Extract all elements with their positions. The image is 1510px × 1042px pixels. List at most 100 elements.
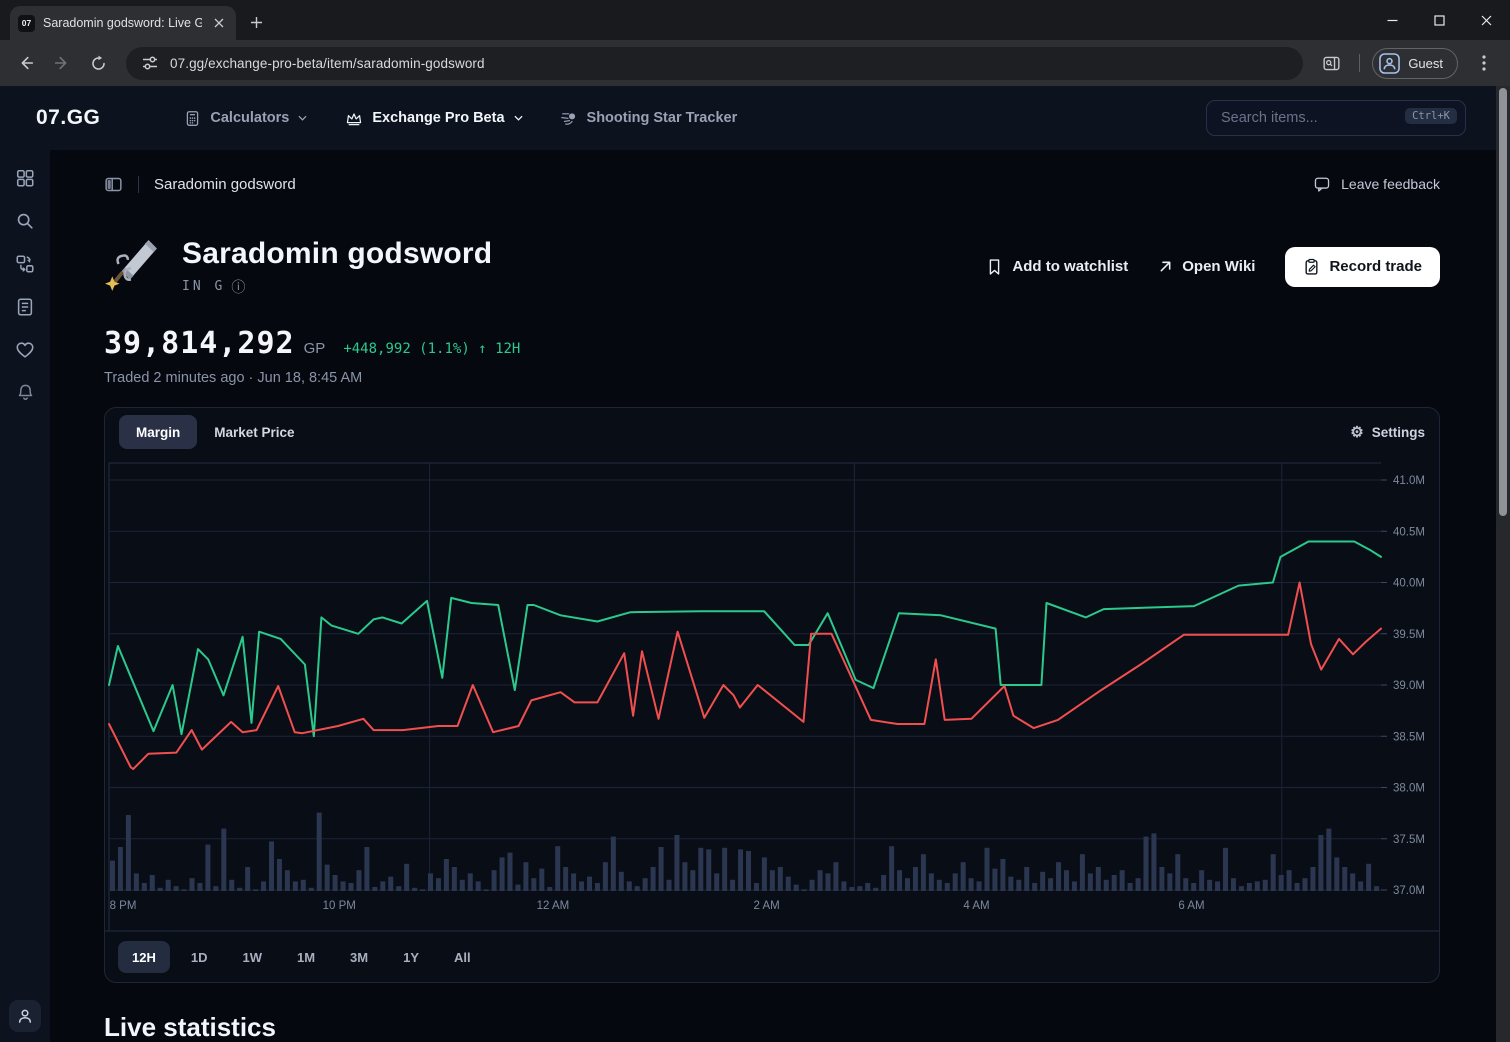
side-panel-search-icon[interactable] <box>1315 47 1347 79</box>
back-button[interactable] <box>10 47 42 79</box>
window-controls <box>1369 0 1510 40</box>
timeframe-all[interactable]: All <box>440 941 485 973</box>
forward-button[interactable] <box>46 47 78 79</box>
url-text[interactable]: 07.gg/exchange-pro-beta/item/saradomin-g… <box>170 56 485 71</box>
search-icon[interactable] <box>15 211 35 231</box>
nav-exchange-pro-beta[interactable]: Exchange Pro Beta <box>345 110 522 127</box>
svg-text:6 AM: 6 AM <box>1178 900 1204 912</box>
chevron-down-icon <box>298 115 307 121</box>
info-icon[interactable]: ⓘ <box>231 277 245 297</box>
item-sword-icon <box>104 235 162 298</box>
item-actions: Add to watchlist Open Wiki <box>986 247 1440 287</box>
chart-settings-button[interactable]: ⚙ Settings <box>1350 423 1425 441</box>
profile-button[interactable]: Guest <box>1372 48 1458 79</box>
margin-chart-svg: 41.0M40.5M40.0M39.5M39.0M38.5M38.0M37.5M… <box>105 456 1439 932</box>
leave-feedback-label: Leave feedback <box>1341 176 1440 192</box>
account-person-icon[interactable] <box>9 1000 41 1032</box>
svg-text:38.5M: 38.5M <box>1393 731 1425 743</box>
open-wiki-button[interactable]: Open Wiki <box>1158 258 1255 275</box>
url-bar[interactable]: 07.gg/exchange-pro-beta/item/saradomin-g… <box>126 47 1303 80</box>
settings-label: Settings <box>1372 425 1425 440</box>
site-body: Saradomin godsword Leave feedback <box>0 150 1496 1042</box>
item-price: 39,814,292 <box>104 326 295 361</box>
breadcrumb-divider <box>138 176 139 193</box>
item-header: Saradomin godsword IN G ⓘ Add to watchli… <box>104 235 1440 298</box>
window-minimize-button[interactable] <box>1369 0 1416 40</box>
page-scrollbar[interactable] <box>1496 86 1510 1042</box>
calculator-icon <box>184 110 201 127</box>
main-content: Saradomin godsword Leave feedback <box>50 150 1496 1042</box>
timeframe-12h[interactable]: 12H <box>118 941 170 973</box>
price-change-period: 12H <box>495 341 520 357</box>
svg-text:39.5M: 39.5M <box>1393 629 1425 641</box>
price-row: 39,814,292 GP +448,992 (1.1%) ↑ 12H <box>104 326 1440 361</box>
panel-toggle-icon[interactable] <box>104 175 123 194</box>
chat-bubble-icon <box>1313 175 1331 193</box>
chart-card: Margin Market Price ⚙ Settings 41.0M 40.5… <box>104 407 1440 983</box>
record-trade-button[interactable]: Record trade <box>1285 247 1440 287</box>
site-settings-tune-icon[interactable] <box>142 55 158 71</box>
favorites-heart-icon[interactable] <box>15 340 35 360</box>
notifications-bell-icon[interactable] <box>16 383 35 402</box>
header-search: Ctrl+K <box>1206 100 1466 136</box>
guest-label: Guest <box>1408 56 1443 71</box>
gear-icon: ⚙ <box>1350 423 1363 441</box>
nav-shooting-star-tracker[interactable]: Shooting Star Tracker <box>561 110 738 127</box>
breadcrumb-item-label[interactable]: Saradomin godsword <box>154 176 296 193</box>
margin-chart[interactable]: 41.0M40.5M40.0M39.5M39.0M38.5M38.0M37.5M… <box>105 456 1439 932</box>
svg-text:2 AM: 2 AM <box>754 900 780 912</box>
price-up-arrow: ↑ <box>478 341 486 357</box>
live-statistics-heading: Live statistics <box>104 1012 1440 1042</box>
add-to-watchlist-button[interactable]: Add to watchlist <box>986 258 1128 276</box>
timeframe-1m[interactable]: 1M <box>283 941 329 973</box>
bookmark-icon <box>986 258 1003 276</box>
last-traded-text: Traded 2 minutes ago · Jun 18, 8:45 AM <box>104 370 1440 386</box>
arrow-up-right-icon <box>1158 259 1173 274</box>
scrollbar-thumb[interactable] <box>1499 88 1507 516</box>
browser-tab[interactable]: 07 Saradomin godsword: Live GE P <box>10 6 236 40</box>
chevron-down-icon <box>514 115 523 121</box>
svg-text:40.0M: 40.0M <box>1393 578 1425 590</box>
svg-text:4 AM: 4 AM <box>963 900 989 912</box>
nav-calculators[interactable]: Calculators <box>184 110 307 127</box>
item-transfer-icon[interactable] <box>15 254 35 274</box>
series-sell-price-high <box>109 542 1381 737</box>
notes-document-icon[interactable] <box>15 297 35 317</box>
item-subtitle-text: IN G <box>182 279 225 294</box>
timeframe-1w[interactable]: 1W <box>228 941 276 973</box>
svg-text:39.0M: 39.0M <box>1393 680 1425 692</box>
site-logo[interactable]: 07.GG <box>36 106 100 130</box>
tab-market-price[interactable]: Market Price <box>197 415 311 449</box>
item-title: Saradomin godsword <box>182 237 492 271</box>
tab-margin[interactable]: Margin <box>119 415 197 449</box>
chart-tabs-row: Margin Market Price ⚙ Settings <box>105 408 1439 456</box>
timeframe-row: 12H 1D 1W 1M 3M 1Y All <box>105 932 1439 982</box>
window-maximize-button[interactable] <box>1416 0 1463 40</box>
x-axis-labels: 8 PM10 PM12 AM2 AM4 AM6 AM <box>110 900 1205 912</box>
timeframe-3m[interactable]: 3M <box>336 941 382 973</box>
y-axis-labels: 41.0M40.5M40.0M39.5M39.0M38.5M38.0M37.5M… <box>1393 475 1425 897</box>
timeframe-1y[interactable]: 1Y <box>389 941 433 973</box>
new-tab-button[interactable] <box>242 8 270 36</box>
svg-text:40.5M: 40.5M <box>1393 526 1425 538</box>
guest-avatar-icon <box>1379 53 1400 74</box>
reload-button[interactable] <box>82 47 114 79</box>
tab-title: Saradomin godsword: Live GE P <box>43 16 202 30</box>
tab-close-icon[interactable] <box>210 14 228 32</box>
window-close-button[interactable] <box>1463 0 1510 40</box>
svg-text:38.0M: 38.0M <box>1393 783 1425 795</box>
site-header: 07.GG Calculators <box>0 86 1496 150</box>
item-meta: Saradomin godsword IN G ⓘ <box>182 237 492 297</box>
svg-text:41.0M: 41.0M <box>1393 475 1425 487</box>
browser-toolbar: 07.gg/exchange-pro-beta/item/saradomin-g… <box>0 40 1510 86</box>
breadcrumb: Saradomin godsword Leave feedback <box>104 170 1440 198</box>
site-page: 07.GG Calculators <box>0 86 1496 1042</box>
browser-menu-kebab-icon[interactable] <box>1468 47 1500 79</box>
main-nav: Calculators Exchange Pro Beta <box>184 110 737 127</box>
leave-feedback-button[interactable]: Leave feedback <box>1313 175 1440 193</box>
record-trade-label: Record trade <box>1329 258 1422 275</box>
timeframe-1d[interactable]: 1D <box>177 941 222 973</box>
dashboard-grid-icon[interactable] <box>15 168 35 188</box>
nav-calculators-label: Calculators <box>210 110 289 126</box>
screen: 07 Saradomin godsword: Live GE P <box>0 0 1510 1042</box>
